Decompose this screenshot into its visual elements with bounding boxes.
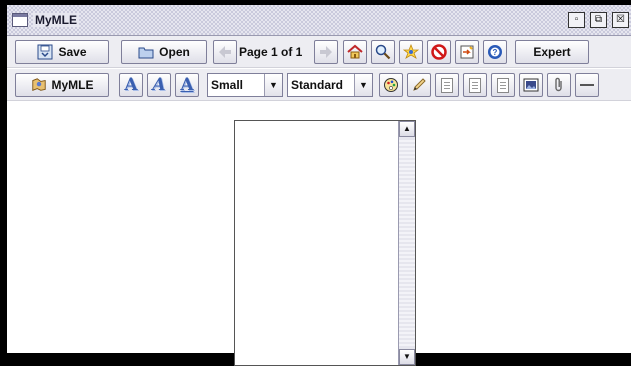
chevron-down-icon[interactable]: ▼ [264,74,282,96]
search-button[interactable] [371,40,395,64]
scroll-up-icon[interactable]: ▲ [399,121,415,137]
align-left-button[interactable] [435,73,459,97]
underline-a-icon: A [180,75,194,95]
folder-icon [138,44,154,60]
save-button[interactable]: Save [15,40,109,64]
scroll-track[interactable] [399,138,415,348]
scroll-down-icon[interactable]: ▼ [399,349,415,365]
align-left-icon [441,77,453,93]
chevron-down-icon[interactable]: ▼ [354,74,372,96]
save-label: Save [58,45,87,59]
underline-button[interactable]: A [175,73,199,97]
pencil-button[interactable] [407,73,431,97]
minimize-button[interactable]: ▫ [568,12,585,28]
main-toolbar: Save Open Page 1 of 1 ? Expert [7,36,631,68]
color-button[interactable] [379,73,403,97]
search-icon [375,44,391,60]
style-value: Standard [291,78,344,92]
home-icon [347,44,363,60]
expert-button[interactable]: Expert [515,40,589,64]
back-button[interactable] [213,40,237,64]
open-label: Open [159,45,190,59]
style-select[interactable]: Standard ▼ [287,73,373,97]
title-bar: MyMLE ▫ ⧉ ☒ [7,5,631,36]
align-right-button[interactable] [491,73,515,97]
text-style-a-icon: A [124,75,138,95]
stop-icon [431,44,447,60]
vertical-scrollbar[interactable]: ▲ ▼ [398,121,415,365]
attach-icon [551,77,567,93]
content-area: ▲ ▼ [7,102,631,366]
app-window: MyMLE ▫ ⧉ ☒ Save Open Page 1 of 1 ? Expe… [7,5,631,366]
mymle-label: MyMLE [51,78,94,92]
text-style-button[interactable]: A [119,73,143,97]
close-button[interactable]: ☒ [612,12,629,28]
stop-button[interactable] [427,40,451,64]
home-button[interactable] [343,40,367,64]
highlight-icon [403,44,419,60]
format-toolbar: MyMLE A A A Small ▼ Standard ▼ [7,69,631,101]
help-button[interactable]: ? [483,40,507,64]
import-icon [459,44,475,60]
window-title: MyMLE [33,13,79,27]
forward-arrow-icon [318,44,334,60]
align-center-icon [469,77,481,93]
help-icon: ? [487,44,503,60]
font-size-select[interactable]: Small ▼ [207,73,283,97]
palette-icon [383,77,399,93]
align-right-icon [497,77,509,93]
image-button[interactable] [519,73,543,97]
italic-button[interactable]: A [147,73,171,97]
editor-textarea[interactable]: ▲ ▼ [234,120,416,366]
font-size-value: Small [211,78,244,92]
open-button[interactable]: Open [121,40,207,64]
attach-button[interactable] [547,73,571,97]
mymle-logo-icon [31,77,47,93]
horizontal-rule-icon [579,77,595,93]
pencil-icon [411,77,427,93]
image-icon [523,77,539,93]
align-center-button[interactable] [463,73,487,97]
save-icon [37,44,53,60]
mymle-button[interactable]: MyMLE [15,73,109,97]
window-icon [12,13,28,27]
horizontal-rule-button[interactable] [575,73,599,97]
import-button[interactable] [455,40,479,64]
forward-button[interactable] [314,40,338,64]
svg-text:?: ? [493,48,498,57]
page-indicator: Page 1 of 1 [239,45,303,59]
back-arrow-icon [217,44,233,60]
maximize-button[interactable]: ⧉ [590,12,607,28]
highlight-button[interactable] [399,40,423,64]
italic-a-icon: A [152,75,166,95]
